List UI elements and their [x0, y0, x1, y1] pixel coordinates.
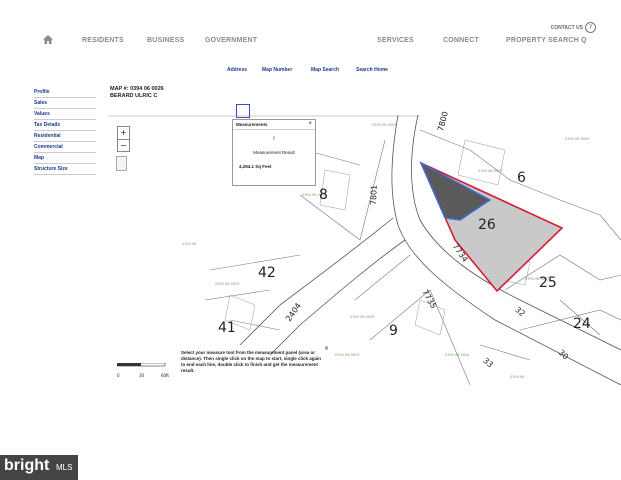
- logo-suffix: MLS: [56, 463, 73, 472]
- top-nav: RESIDENTS BUSINESS GOVERNMENT SERVICES C…: [0, 34, 621, 50]
- sidebar-item-commercial[interactable]: Commercial: [34, 142, 96, 153]
- tab-map-number[interactable]: Map Number: [262, 67, 292, 73]
- owner-name: BERARD ULRIC C: [110, 93, 158, 99]
- measure-tool-icon[interactable]: [236, 104, 250, 118]
- zoom-in-button[interactable]: +: [118, 127, 129, 140]
- sidebar-item-map[interactable]: Map: [34, 153, 96, 164]
- street-number: 7801: [369, 184, 379, 206]
- scale-tick: 30: [139, 373, 145, 378]
- lot-number: 24: [573, 316, 591, 332]
- svg-text:0394 06 0007: 0394 06 0007: [478, 169, 503, 173]
- logo-text: bright: [4, 457, 50, 474]
- tab-search-home[interactable]: Search Home: [356, 67, 388, 73]
- zoom-out-button[interactable]: −: [118, 140, 129, 152]
- cursor-icon: I: [273, 136, 275, 142]
- help-icon[interactable]: ?: [585, 22, 596, 33]
- bright-mls-logo: bright MLS: [0, 455, 78, 480]
- close-icon[interactable]: ×: [308, 121, 312, 127]
- lot-number: 25: [539, 275, 557, 291]
- parcel-map[interactable]: 0394 06 0003 0394 06 0005 0394 06 0007 0…: [108, 115, 621, 385]
- lot-number: 26: [478, 217, 496, 233]
- nav-business[interactable]: BUSINESS: [147, 37, 184, 44]
- svg-text:0394 06 0033: 0394 06 0033: [335, 353, 360, 357]
- nav-government[interactable]: GOVERNMENT: [205, 37, 257, 44]
- tab-address[interactable]: Address: [227, 67, 247, 73]
- tab-map-search[interactable]: Map Search: [311, 67, 339, 73]
- svg-text:0394 06 0003: 0394 06 0003: [372, 123, 397, 127]
- close-icon[interactable]: ×: [324, 345, 329, 352]
- nav-services[interactable]: SERVICES: [377, 37, 414, 44]
- scale-tick: 0: [117, 373, 120, 378]
- lot-number: 8: [319, 187, 328, 203]
- measure-instructions: Select your measure tool from the measur…: [181, 350, 322, 373]
- map-number: MAP #: 0394 06 0026: [110, 86, 164, 92]
- scale-bar: 0 30 60ft: [116, 354, 169, 379]
- nav-residents[interactable]: RESIDENTS: [82, 37, 124, 44]
- legend-icon[interactable]: [116, 156, 127, 171]
- measurement-result-label: Measurement Result: [253, 150, 295, 155]
- sidebar-item-values[interactable]: Values: [34, 109, 96, 120]
- measurements-panel: Measurements × I Measurement Result 4,29…: [232, 119, 316, 186]
- lot-number: 6: [517, 170, 526, 186]
- svg-text:0394 06 0030: 0394 06 0030: [350, 315, 375, 319]
- sidebar-item-profile[interactable]: Profile: [34, 87, 96, 98]
- lot-number: 41: [218, 320, 236, 336]
- svg-text:0394 06 0024: 0394 06 0024: [445, 353, 470, 357]
- measurements-title: Measurements: [233, 120, 315, 130]
- contact-us-link[interactable]: CONTACT US: [551, 25, 583, 31]
- sidebar-item-tax-details[interactable]: Tax Details: [34, 120, 96, 131]
- scale-tick: 60ft: [161, 373, 169, 378]
- svg-text:0394 06: 0394 06: [182, 242, 196, 246]
- map-canvas[interactable]: 0394 06 0003 0394 06 0005 0394 06 0007 0…: [108, 115, 621, 385]
- nav-property-search[interactable]: PROPERTY SEARCH Q: [506, 37, 587, 44]
- svg-text:0394 06: 0394 06: [510, 375, 524, 379]
- sidebar-item-residential[interactable]: Residential: [34, 131, 96, 142]
- svg-text:0394 06 0029: 0394 06 0029: [215, 282, 240, 286]
- zoom-control: + −: [117, 126, 130, 152]
- sidebar-item-sales[interactable]: Sales: [34, 98, 96, 109]
- sidebar-item-structure-size[interactable]: Structure Size: [34, 164, 96, 175]
- lot-number: 9: [389, 323, 398, 339]
- measurement-result-value: 4,294.1 Sq Feet: [239, 164, 272, 169]
- nav-connect[interactable]: CONNECT: [443, 37, 479, 44]
- svg-text:0394 06 0005: 0394 06 0005: [565, 137, 590, 141]
- sidebar: Profile Sales Values Tax Details Residen…: [34, 87, 96, 175]
- map-header: MAP #: 0394 06 0026 BERARD ULRIC C: [110, 86, 164, 100]
- lot-number: 42: [258, 265, 276, 281]
- home-icon[interactable]: [43, 35, 53, 46]
